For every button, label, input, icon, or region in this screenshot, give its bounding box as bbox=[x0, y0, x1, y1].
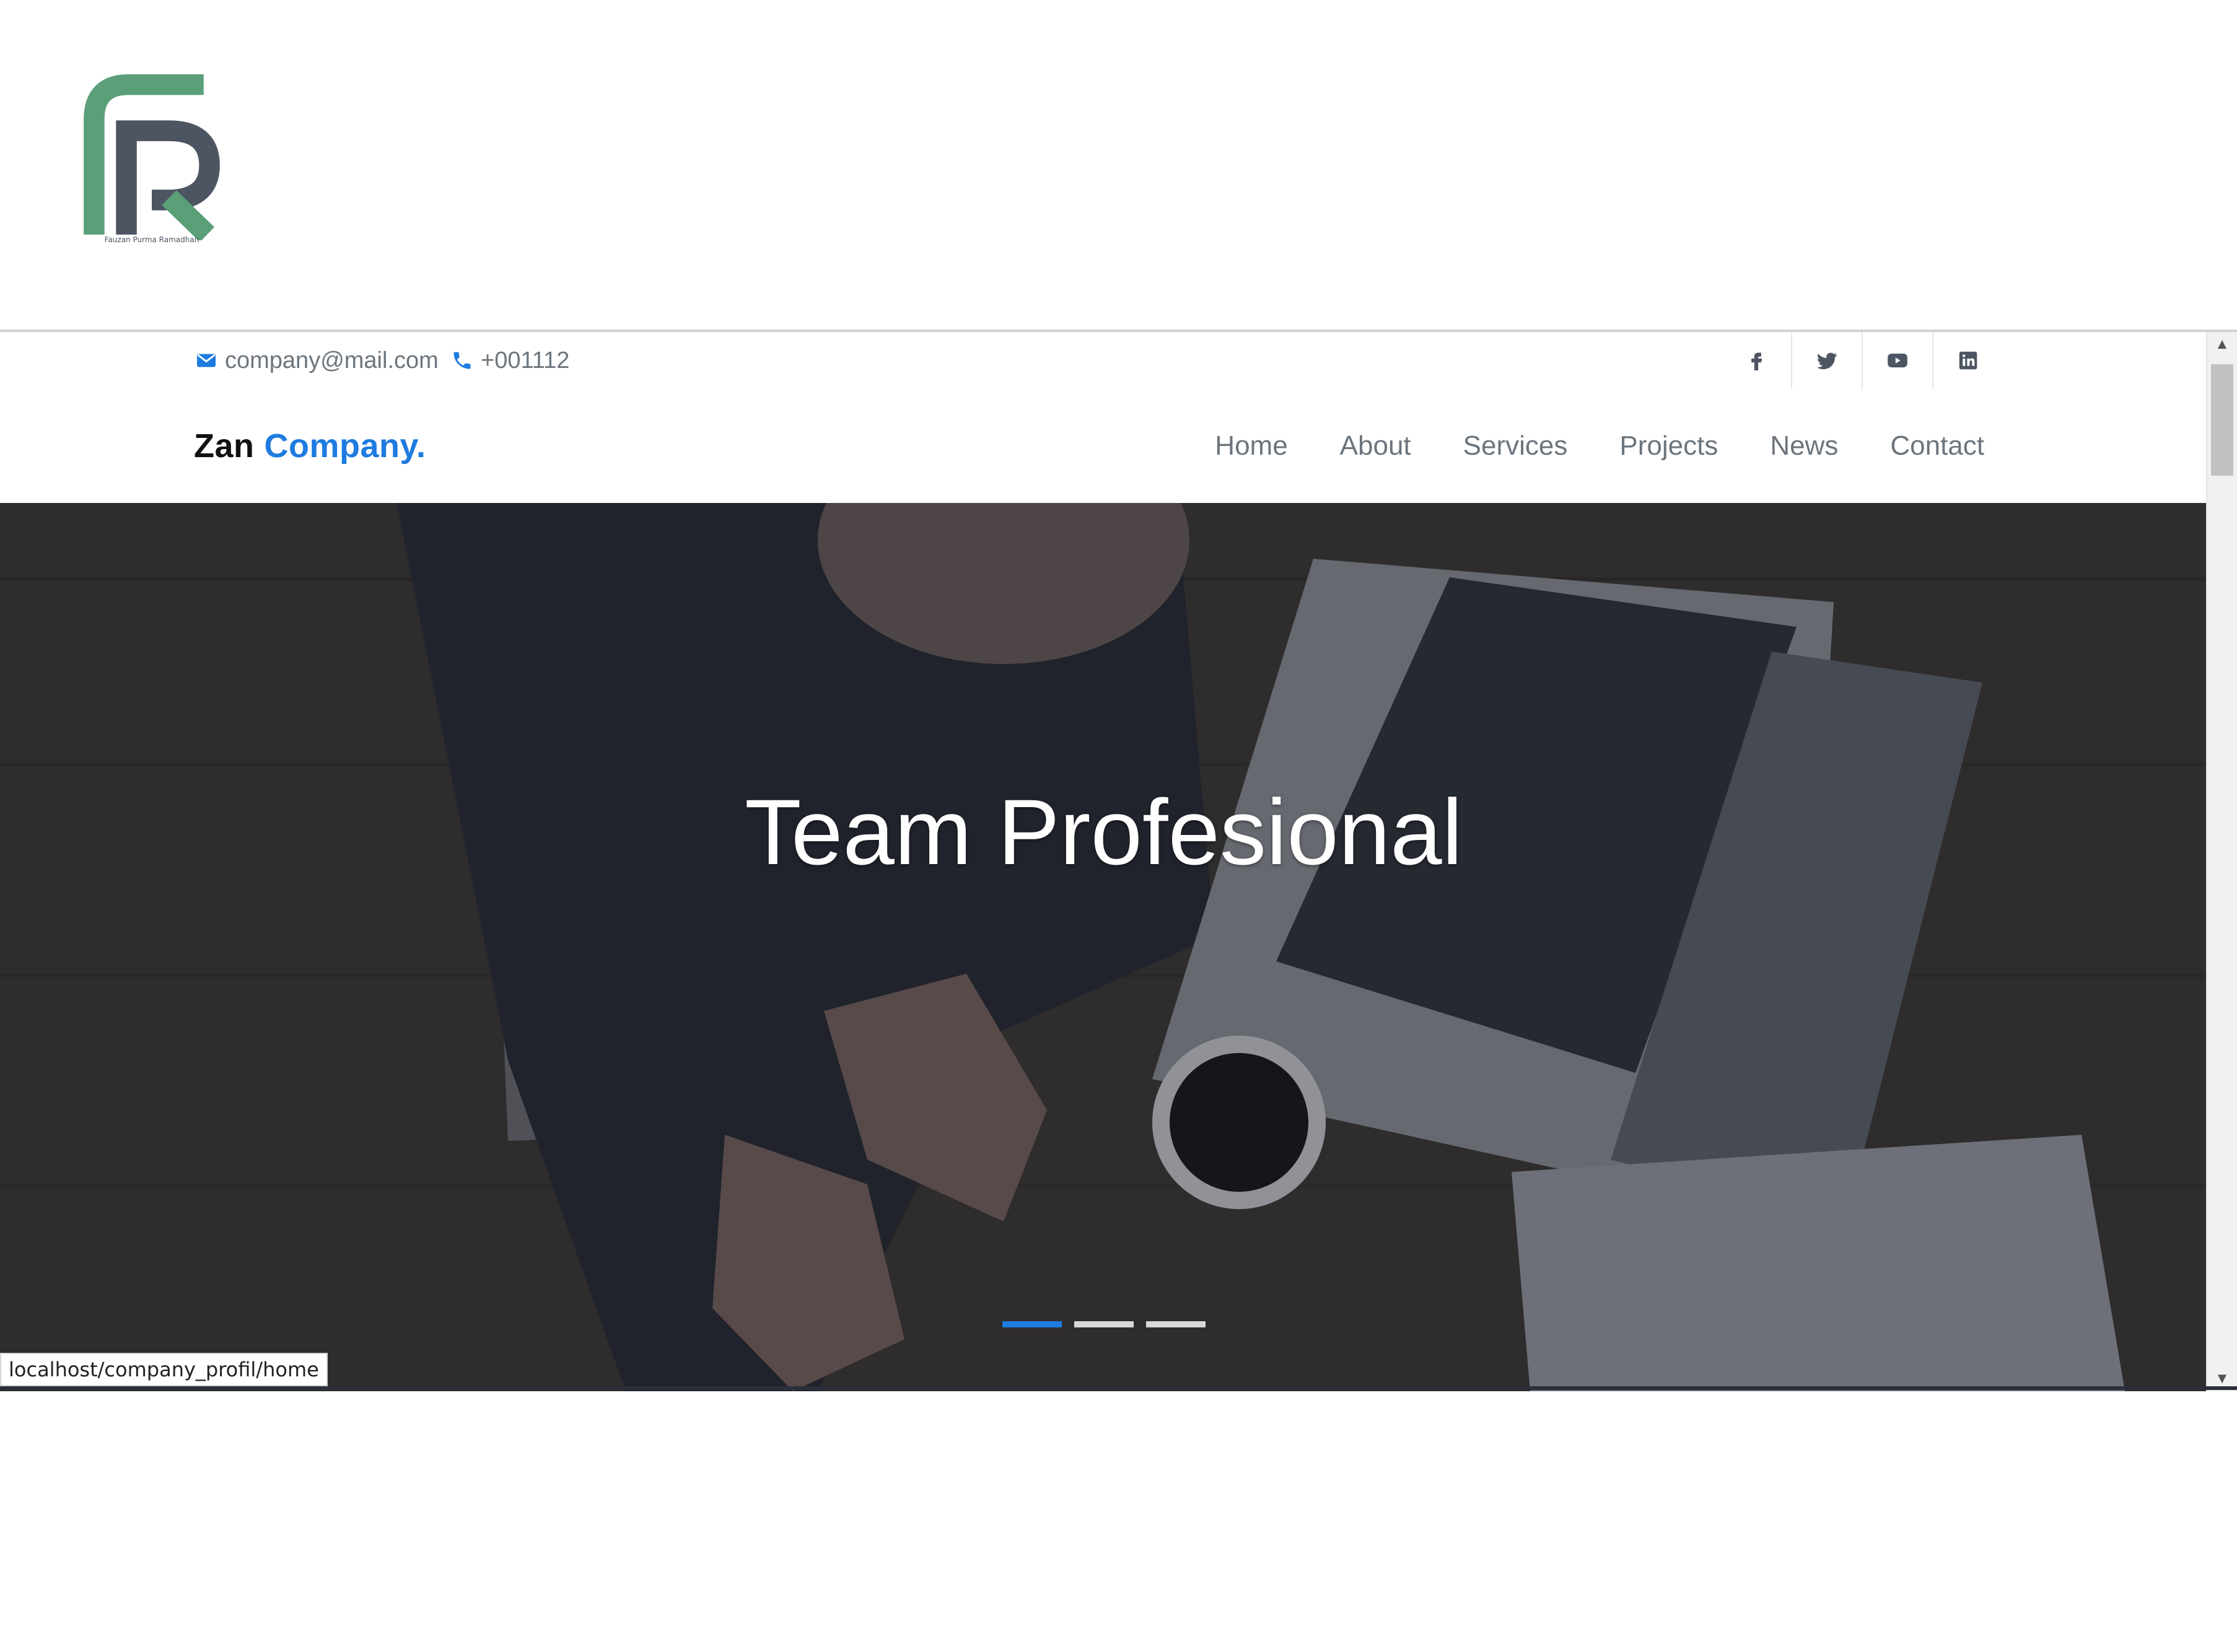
carousel-indicator-3[interactable] bbox=[1146, 1321, 1206, 1327]
fr-logo: Fauzan Purma Ramadhan bbox=[77, 73, 226, 244]
phone-text: +001112 bbox=[481, 347, 570, 374]
carousel-indicator-2[interactable] bbox=[1074, 1321, 1134, 1327]
nav-about[interactable]: About bbox=[1340, 430, 1411, 461]
mail-icon bbox=[195, 349, 217, 372]
phone-icon bbox=[451, 349, 473, 372]
nav-projects[interactable]: Projects bbox=[1619, 430, 1718, 461]
social-links bbox=[1722, 332, 2003, 389]
linkedin-link[interactable] bbox=[1932, 332, 2003, 389]
brand-logo[interactable]: Zan Company. bbox=[194, 389, 426, 503]
facebook-icon bbox=[1751, 352, 1762, 370]
facebook-link[interactable] bbox=[1722, 332, 1791, 389]
twitter-link[interactable] bbox=[1791, 332, 1862, 389]
hero-background-image bbox=[0, 503, 2207, 1391]
nav-services[interactable]: Services bbox=[1463, 430, 1568, 461]
carousel-indicator-1[interactable] bbox=[1002, 1321, 1062, 1327]
navbar: Zan Company. Home About Services Project… bbox=[0, 389, 2207, 503]
email-contact[interactable]: company@mail.com bbox=[195, 332, 439, 389]
twitter-icon bbox=[1817, 352, 1837, 370]
nav-home[interactable]: Home bbox=[1215, 430, 1287, 461]
top-bar: company@mail.com +001112 bbox=[0, 332, 2207, 390]
main-menu: Home About Services Projects News Contac… bbox=[1215, 389, 1984, 503]
nav-contact[interactable]: Contact bbox=[1890, 430, 1984, 461]
vertical-scrollbar[interactable]: ▲ ▼ bbox=[2206, 332, 2237, 1391]
carousel-indicators bbox=[1002, 1321, 1218, 1327]
linkedin-icon bbox=[1959, 351, 1977, 370]
brand-name: Zan bbox=[194, 427, 255, 465]
status-bar-url: localhost/company_profil/home bbox=[0, 1353, 328, 1386]
frame-bottom-border bbox=[0, 1386, 2237, 1390]
email-text: company@mail.com bbox=[225, 347, 439, 374]
nav-news[interactable]: News bbox=[1770, 430, 1838, 461]
web-page: company@mail.com +001112 Zan Company. Ho… bbox=[0, 332, 2207, 1391]
youtube-icon bbox=[1888, 353, 1907, 368]
phone-contact[interactable]: +001112 bbox=[451, 332, 569, 389]
brand-suffix: Company. bbox=[264, 427, 426, 465]
youtube-link[interactable] bbox=[1862, 332, 1932, 389]
scroll-up-icon[interactable]: ▲ bbox=[2207, 332, 2237, 357]
logo-caption: Fauzan Purma Ramadhan bbox=[104, 235, 199, 244]
scrollbar-thumb[interactable] bbox=[2211, 364, 2233, 476]
browser-screenshot: company@mail.com +001112 Zan Company. Ho… bbox=[0, 330, 2237, 1391]
hero-title: Team Profesional bbox=[745, 780, 1463, 884]
hero-carousel: Team Profesional bbox=[0, 503, 2207, 1391]
